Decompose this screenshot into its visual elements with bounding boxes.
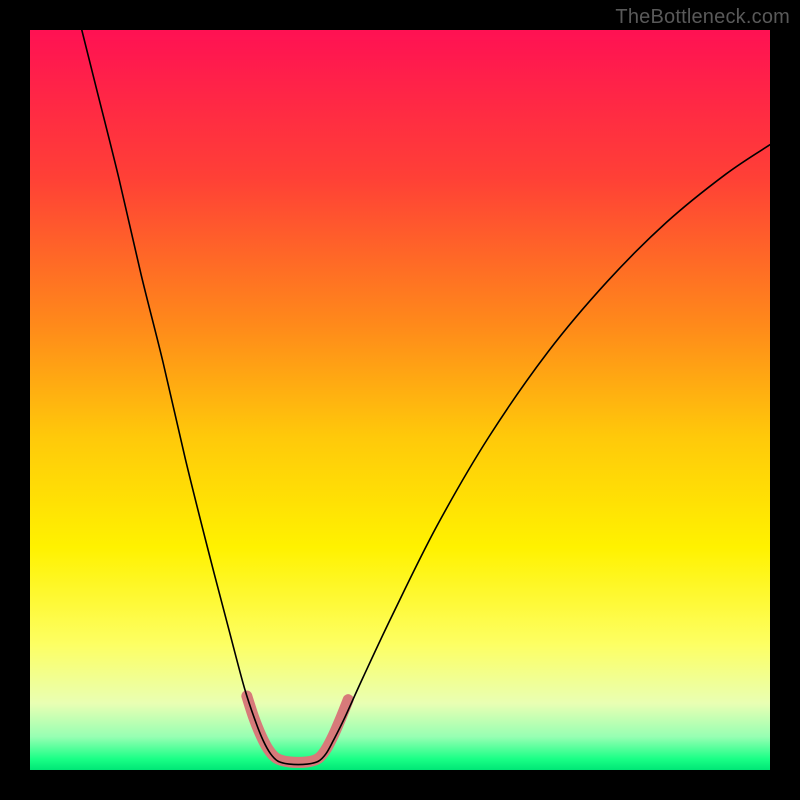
bottleneck-plot-svg <box>30 30 770 770</box>
watermark-text: TheBottleneck.com <box>615 6 790 29</box>
chart-stage: TheBottleneck.com <box>0 0 800 800</box>
plot-area <box>30 30 770 770</box>
gradient-background <box>30 30 770 770</box>
